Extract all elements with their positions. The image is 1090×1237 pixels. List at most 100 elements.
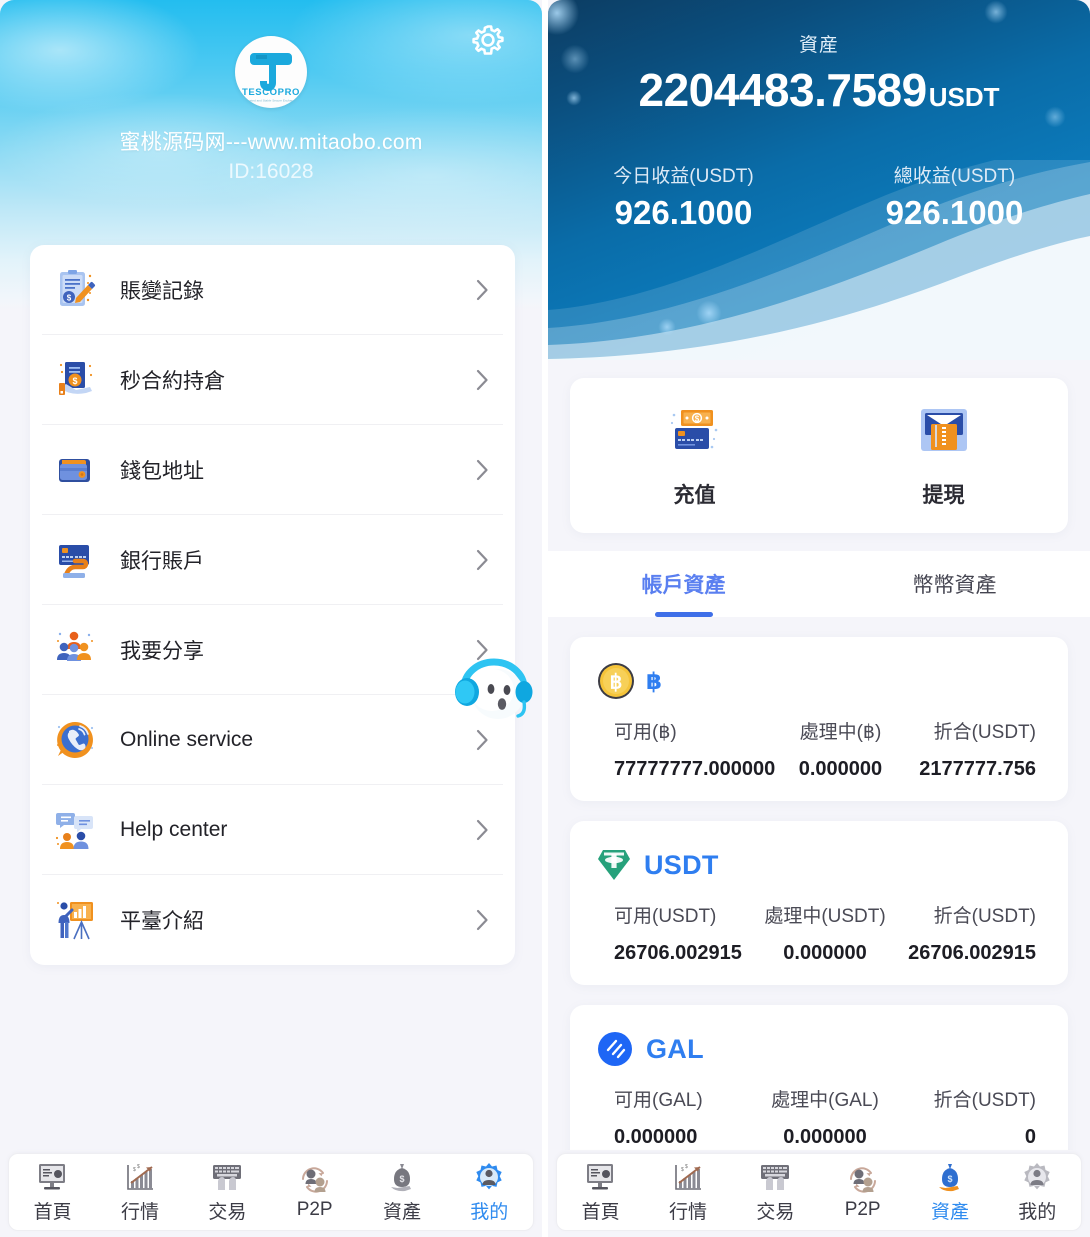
today-profit-title: 今日收益(USDT) — [613, 166, 754, 187]
coin-card-btc[interactable]: ฿ ฿ 可用(฿) 77777777.000000 處理中(฿) 0.00000… — [570, 637, 1068, 801]
coin-available-col: 可用(GAL) 0.000000 — [596, 1085, 755, 1149]
nav-item-profile[interactable]: 我的 — [446, 1161, 533, 1224]
menu-item-label: Help center — [120, 817, 228, 841]
coin-converted-col: 折合(USDT) 0 — [895, 1085, 1042, 1149]
menu-item-ledger-record[interactable]: $ 賬變記錄 — [42, 245, 503, 335]
asset-label-text: 資産 — [798, 35, 839, 56]
menu-item-label: 銀行賬戶 — [120, 549, 204, 573]
nav-item-label: 交易 — [756, 1201, 795, 1223]
nav-item-home[interactable]: 首頁 — [9, 1161, 96, 1224]
menu-item-bank-account[interactable]: 銀行賬戶 — [42, 515, 503, 605]
nav-item-label: 行情 — [668, 1201, 707, 1223]
coin-processing-value: 0.000000 — [798, 758, 883, 780]
coin-available-col: 可用(USDT) 26706.002915 — [596, 901, 755, 965]
nav-item-market[interactable]: $ $ 行情 — [96, 1161, 183, 1224]
nav-item-assets[interactable]: $ 資產 — [906, 1161, 993, 1224]
menu-item-label: 平臺介紹 — [120, 910, 204, 933]
coin-symbol: USDT — [644, 849, 719, 880]
nav-item-home[interactable]: 首頁 — [557, 1161, 644, 1224]
nav-item-trade[interactable]: 交易 — [184, 1161, 271, 1224]
quick-action-card: $ 充值 提現 — [570, 378, 1068, 533]
coin-columns: 可用(฿) 77777777.000000 處理中(฿) 0.000000 折合… — [596, 717, 1042, 781]
asset-summary-header: 資産 2204483.7589USDT 今日收益(USDT) 926.1000 … — [548, 0, 1090, 360]
left-bottom-nav: 首頁 $ $ 行情 交易 P2P $ 資產 我的 — [8, 1153, 534, 1231]
menu-item-contract-position[interactable]: $ 秒合約持倉 — [42, 335, 503, 425]
right-phone-panel: 資産 2204483.7589USDT 今日收益(USDT) 926.1000 … — [545, 0, 1090, 1237]
left-phone-panel: TESCOPRO Trusted and Stable Secure Excha… — [0, 0, 545, 1237]
menu-item-platform-intro[interactable]: 平臺介紹 — [42, 875, 503, 965]
coin-processing-col: 處理中(USDT) 0.000000 — [755, 901, 896, 965]
chevron-right-icon — [476, 279, 489, 301]
coin-converted-title: 折合(USDT) — [933, 722, 1036, 743]
tescopro-logo-icon: TESCOPRO Trusted and Stable Secure Excha… — [242, 53, 300, 103]
menu-item-label: 賬變記錄 — [120, 279, 204, 303]
coin-columns: 可用(GAL) 0.000000 處理中(GAL) 0.000000 折合(US… — [596, 1085, 1042, 1149]
total-profit-block: 總收益(USDT) 926.1000 — [819, 161, 1090, 232]
menu-item-share[interactable]: 我要分享 — [42, 605, 503, 695]
asset-tabs: 帳戶資產 幣幣資產 — [548, 551, 1090, 617]
deposit-button[interactable]: $ 充值 — [570, 403, 819, 509]
p2p-people-icon — [297, 1163, 333, 1197]
coin-available-value: 0.000000 — [614, 1126, 698, 1148]
withdraw-label: 提現 — [922, 483, 965, 507]
menu-item-label: 錢包地址 — [120, 459, 204, 483]
share-people-icon — [52, 627, 98, 673]
nav-item-label: P2P — [296, 1199, 333, 1220]
nav-item-p2p[interactable]: P2P — [819, 1163, 906, 1221]
tab-label: 幣幣資產 — [912, 574, 997, 597]
customer-service-bubble-left[interactable] — [448, 640, 540, 732]
chevron-right-icon — [476, 909, 489, 931]
brand-logo: TESCOPRO Trusted and Stable Secure Excha… — [235, 36, 307, 108]
online-service-icon — [52, 717, 98, 763]
coin-processing-title: 處理中(฿) — [799, 722, 882, 743]
withdraw-button[interactable]: 提現 — [819, 403, 1068, 509]
today-profit-block: 今日收益(USDT) 926.1000 — [548, 161, 819, 232]
nav-item-trade[interactable]: 交易 — [732, 1161, 819, 1224]
chevron-right-icon — [476, 459, 489, 481]
coin-processing-value: 0.000000 — [783, 1126, 867, 1148]
nav-item-profile[interactable]: 我的 — [994, 1161, 1081, 1224]
coin-converted-value: 0 — [1024, 1126, 1037, 1148]
user-id-text: ID:16028 — [228, 160, 314, 183]
nav-item-market[interactable]: $ $ 行情 — [644, 1161, 731, 1224]
profile-gear-icon — [471, 1161, 507, 1195]
coin-converted-col: 折合(USDT) 26706.002915 — [895, 901, 1042, 965]
tab-coin-assets[interactable]: 幣幣資產 — [819, 551, 1090, 617]
coin-available-title: 可用(GAL) — [614, 1090, 703, 1111]
tether-icon — [598, 850, 630, 880]
svg-text:$: $ — [67, 293, 72, 302]
coin-converted-title: 折合(USDT) — [933, 1090, 1037, 1111]
ledger-record-icon: $ — [52, 267, 98, 313]
menu-item-wallet-address[interactable]: 錢包地址 — [42, 425, 503, 515]
settings-gear-button[interactable] — [466, 18, 510, 62]
tab-account-assets[interactable]: 帳戶資產 — [548, 551, 819, 617]
chevron-right-icon — [476, 369, 489, 391]
help-center-icon — [52, 807, 98, 853]
app-screen: TESCOPRO Trusted and Stable Secure Excha… — [0, 0, 1090, 1237]
tab-label: 帳戶資產 — [641, 574, 726, 597]
coin-processing-col: 處理中(GAL) 0.000000 — [755, 1085, 896, 1149]
coin-converted-title: 折合(USDT) — [933, 906, 1037, 927]
home-monitor-icon — [35, 1161, 71, 1195]
nav-item-p2p[interactable]: P2P — [271, 1163, 358, 1221]
nav-item-label: 資產 — [930, 1201, 969, 1223]
menu-item-help-center[interactable]: Help center — [42, 785, 503, 875]
gear-icon — [472, 25, 504, 55]
svg-text:TESCOPRO: TESCOPRO — [242, 87, 300, 98]
p2p-people-icon — [845, 1163, 881, 1197]
nav-item-assets[interactable]: $ 資產 — [358, 1161, 445, 1224]
coin-card-usdt[interactable]: USDT 可用(USDT) 26706.002915 處理中(USDT) 0.0… — [570, 821, 1068, 985]
asset-amount-text: 2204483.7589USDT — [548, 63, 1090, 117]
headset-mascot-icon — [455, 658, 533, 719]
menu-item-label: Online service — [120, 727, 254, 751]
assets-bag-icon: $ — [384, 1161, 420, 1195]
svg-text:$: $ — [681, 1167, 684, 1173]
profile-gear-icon — [1019, 1161, 1055, 1195]
profile-menu-card: $ 賬變記錄 $ 秒合約持倉 錢包地址 銀行賬戶 我要分享 Online ser… — [30, 245, 515, 965]
trade-keyboard-icon — [757, 1161, 793, 1195]
coin-available-value: 26706.002915 — [614, 942, 742, 964]
nav-item-label: 行情 — [120, 1201, 159, 1223]
coin-card-gal[interactable]: GAL 可用(GAL) 0.000000 處理中(GAL) 0.000000 折… — [570, 1005, 1068, 1150]
svg-text:$: $ — [685, 1164, 688, 1170]
menu-item-online-service[interactable]: Online service — [42, 695, 503, 785]
